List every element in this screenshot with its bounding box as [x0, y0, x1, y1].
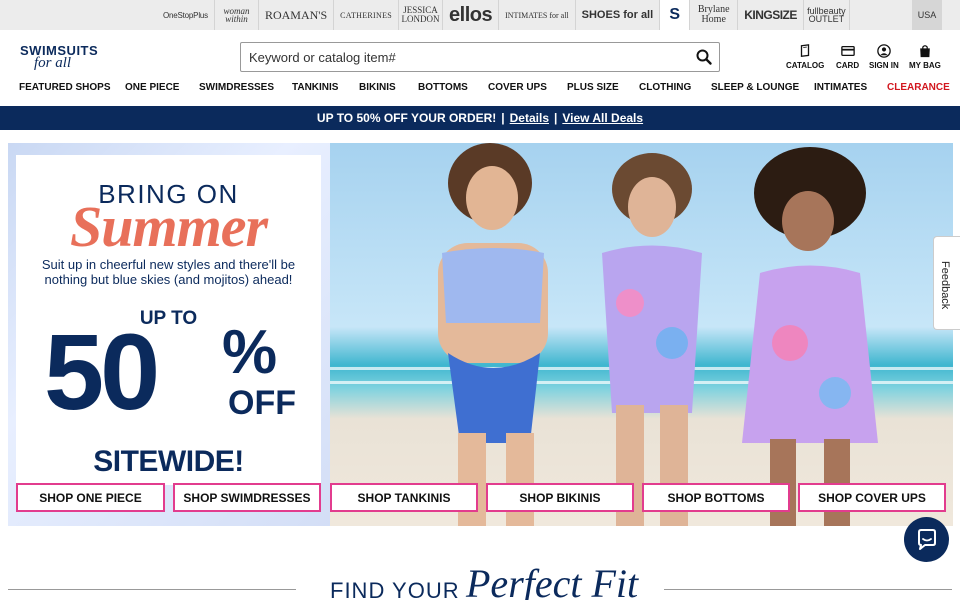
- chat-icon: [917, 528, 936, 550]
- shop-bottoms-button[interactable]: SHOP BOTTOMS: [642, 483, 790, 512]
- nav-intimates[interactable]: INTIMATES: [814, 82, 867, 93]
- nav-sleep-lounge[interactable]: SLEEP & LOUNGE: [711, 82, 799, 93]
- shop-swimdresses-button[interactable]: SHOP SWIMDRESSES: [173, 483, 321, 512]
- shop-one-piece-button[interactable]: SHOP ONE PIECE: [16, 483, 165, 512]
- shop-cover-ups-button[interactable]: SHOP COVER UPS: [798, 483, 946, 512]
- hero-offer-panel: BRING ON Summer Suit up in cheerful new …: [8, 143, 330, 526]
- section-divider: [8, 589, 296, 590]
- my-bag-button[interactable]: MY BAG: [909, 44, 941, 70]
- promo-all-deals-link[interactable]: View All Deals: [562, 111, 643, 125]
- country-selector[interactable]: USA: [912, 0, 942, 30]
- find-your-heading: FIND YOUR: [330, 578, 460, 600]
- brand-shoes-for-all[interactable]: SHOES for all: [576, 0, 661, 30]
- search-box: [240, 42, 720, 72]
- promo-banner: UP TO 50% OFF YOUR ORDER! | Details | Vi…: [0, 106, 960, 130]
- hero-offer-card: BRING ON Summer Suit up in cheerful new …: [16, 155, 321, 485]
- brand-bar: OneStopPlus woman within ROAMAN'S CATHER…: [0, 0, 960, 30]
- nav-one-piece[interactable]: ONE PIECE: [125, 82, 179, 93]
- shop-bikinis-button[interactable]: SHOP BIKINIS: [486, 483, 634, 512]
- main-nav: FEATURED SHOPS ONE PIECE SWIMDRESSES TAN…: [0, 80, 960, 96]
- hero-photo: [330, 143, 953, 526]
- site-logo[interactable]: SWIMSUITS for all: [20, 43, 106, 73]
- card-label: CARD: [836, 61, 860, 70]
- sign-in-button[interactable]: SIGN IN: [869, 44, 899, 70]
- brand-jessica-london[interactable]: JESSICA LONDON: [399, 0, 444, 30]
- brand-onestopplus[interactable]: OneStopPlus: [157, 0, 215, 30]
- search-input[interactable]: [249, 48, 679, 66]
- hero-banner[interactable]: BRING ON Summer Suit up in cheerful new …: [8, 143, 953, 526]
- chat-button[interactable]: [904, 517, 949, 562]
- bag-icon: [920, 45, 930, 58]
- feedback-label: Feedback: [939, 261, 951, 310]
- nav-clothing[interactable]: CLOTHING: [639, 82, 691, 93]
- brand-swimsuits-for-all[interactable]: S: [660, 0, 691, 30]
- nav-swimdresses[interactable]: SWIMDRESSES: [199, 82, 274, 93]
- promo-separator: |: [554, 111, 558, 125]
- nav-bikinis[interactable]: BIKINIS: [359, 82, 396, 93]
- nav-featured-shops[interactable]: FEATURED SHOPS: [19, 82, 111, 93]
- models-illustration: [438, 143, 878, 526]
- nav-bottoms[interactable]: BOTTOMS: [418, 82, 468, 93]
- catalog-button[interactable]: CATALOG: [786, 44, 824, 70]
- sign-in-label: SIGN IN: [869, 61, 899, 70]
- hero-discount-number: 50: [44, 311, 160, 432]
- brand-intimates-for-all[interactable]: INTIMATES for all: [499, 0, 576, 30]
- card-icon: [840, 45, 855, 57]
- brand-brylane-home[interactable]: Brylane Home: [690, 0, 739, 30]
- brand-ellos[interactable]: ellos: [443, 0, 500, 30]
- brand-list: OneStopPlus woman within ROAMAN'S CATHER…: [157, 0, 850, 30]
- promo-separator: |: [501, 111, 505, 125]
- brand-catherines[interactable]: CATHERINES: [334, 0, 400, 30]
- catalog-icon: [801, 44, 810, 57]
- hero-subtitle: Suit up in cheerful new styles and there…: [41, 257, 296, 287]
- perfect-fit-script: Perfect Fit: [466, 561, 639, 600]
- user-icon: [877, 44, 891, 58]
- promo-text: UP TO 50% OFF YOUR ORDER!: [316, 111, 497, 125]
- brand-woman-within[interactable]: woman within: [215, 0, 259, 30]
- nav-plus-size[interactable]: PLUS SIZE: [567, 82, 619, 93]
- section-divider: [664, 589, 952, 590]
- hero-off: OFF: [228, 384, 296, 422]
- hero-summer-script: Summer: [69, 194, 268, 259]
- brand-kingsize[interactable]: KINGSIZE: [738, 0, 804, 30]
- nav-cover-ups[interactable]: COVER UPS: [488, 82, 547, 93]
- card-button[interactable]: CARD: [836, 44, 859, 70]
- promo-details-link[interactable]: Details: [510, 111, 549, 125]
- brand-fullbeauty-outlet[interactable]: fullbeauty OUTLET: [804, 0, 850, 30]
- nav-tankinis[interactable]: TANKINIS: [292, 82, 338, 93]
- hero-sitewide: SITEWIDE!: [93, 445, 244, 478]
- brand-roamans[interactable]: ROAMAN'S: [259, 0, 335, 30]
- hero-percent-sign: %: [222, 318, 278, 387]
- feedback-tab[interactable]: Feedback: [933, 236, 960, 330]
- my-bag-label: MY BAG: [909, 61, 941, 70]
- catalog-label: CATALOG: [786, 61, 825, 70]
- nav-clearance[interactable]: CLEARANCE: [887, 82, 950, 93]
- search-icon[interactable]: [695, 48, 713, 66]
- shop-tankinis-button[interactable]: SHOP TANKINIS: [330, 483, 478, 512]
